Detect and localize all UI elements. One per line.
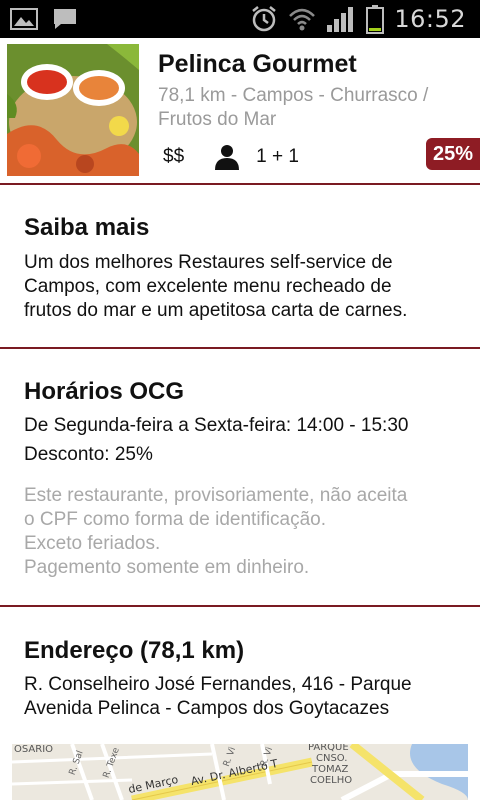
gallery-icon bbox=[10, 8, 38, 30]
alarm-icon bbox=[252, 6, 277, 32]
map-label: OSARIO bbox=[14, 744, 54, 755]
people-count: 1 + 1 bbox=[256, 146, 299, 167]
text-line: Campos, com excelente menu recheado de bbox=[24, 276, 392, 297]
restaurant-meta: $$ 1 + 1 bbox=[163, 142, 299, 172]
divider bbox=[0, 605, 480, 607]
map-label: TOMAZ bbox=[312, 764, 349, 775]
price-level: $$ bbox=[163, 146, 185, 167]
address-line: Avenida Pelinca - Campos dos Goytacazes bbox=[24, 698, 390, 719]
restaurant-thumbnail bbox=[7, 44, 139, 176]
note-line: Pagemento somente em dinheiro. bbox=[24, 557, 310, 578]
about-title: Saiba mais bbox=[24, 214, 150, 241]
hours-schedule: De Segunda-feira a Sexta-feira: 14:00 - … bbox=[24, 415, 409, 436]
text-line: Um dos melhores Restaures self-service d… bbox=[24, 252, 393, 273]
hours-discount: Desconto: 25% bbox=[24, 444, 153, 465]
wifi-icon bbox=[289, 8, 316, 31]
subtitle-line: Frutos do Mar bbox=[158, 109, 277, 130]
note-line: o CPF como forma de identificação. bbox=[24, 509, 327, 530]
hours-notes: Este restaurante, provisoriamente, não a… bbox=[24, 484, 464, 580]
divider bbox=[0, 347, 480, 349]
note-line: Este restaurante, provisoriamente, não a… bbox=[24, 485, 408, 506]
text-line: frutos do mar e um apetitosa carta de ca… bbox=[24, 300, 408, 321]
map-preview[interactable]: OSARIO R. Sal R. Texe R. Vi R. Vi de Mar… bbox=[12, 744, 468, 800]
map-label: PARQUE bbox=[308, 744, 349, 753]
map-label: CNSO. bbox=[316, 753, 348, 764]
about-text: Um dos melhores Restaures self-service d… bbox=[24, 251, 464, 323]
status-bar: 16:52 bbox=[0, 0, 480, 38]
message-icon bbox=[54, 9, 76, 29]
hours-title: Horários OCG bbox=[24, 378, 185, 405]
signal-icon bbox=[327, 7, 354, 32]
subtitle-line: 78,1 km - Campos - Churrasco / bbox=[158, 85, 429, 106]
discount-badge: 25% bbox=[422, 138, 480, 170]
note-line: Exceto feriados. bbox=[24, 533, 161, 554]
address-text: R. Conselheiro José Fernandes, 416 - Par… bbox=[24, 673, 464, 721]
address-title: Endereço (78,1 km) bbox=[24, 637, 245, 664]
map-label: COELHO bbox=[310, 775, 353, 786]
status-time: 16:52 bbox=[394, 5, 466, 33]
address-line: R. Conselheiro José Fernandes, 416 - Par… bbox=[24, 674, 412, 695]
restaurant-subtitle: 78,1 km - Campos - Churrasco / Frutos do… bbox=[158, 84, 468, 132]
battery-icon bbox=[366, 5, 385, 34]
divider bbox=[0, 183, 480, 185]
restaurant-header[interactable]: Pelinca Gourmet 78,1 km - Campos - Churr… bbox=[0, 38, 480, 184]
person-icon bbox=[214, 144, 240, 170]
restaurant-name: Pelinca Gourmet bbox=[158, 50, 357, 78]
